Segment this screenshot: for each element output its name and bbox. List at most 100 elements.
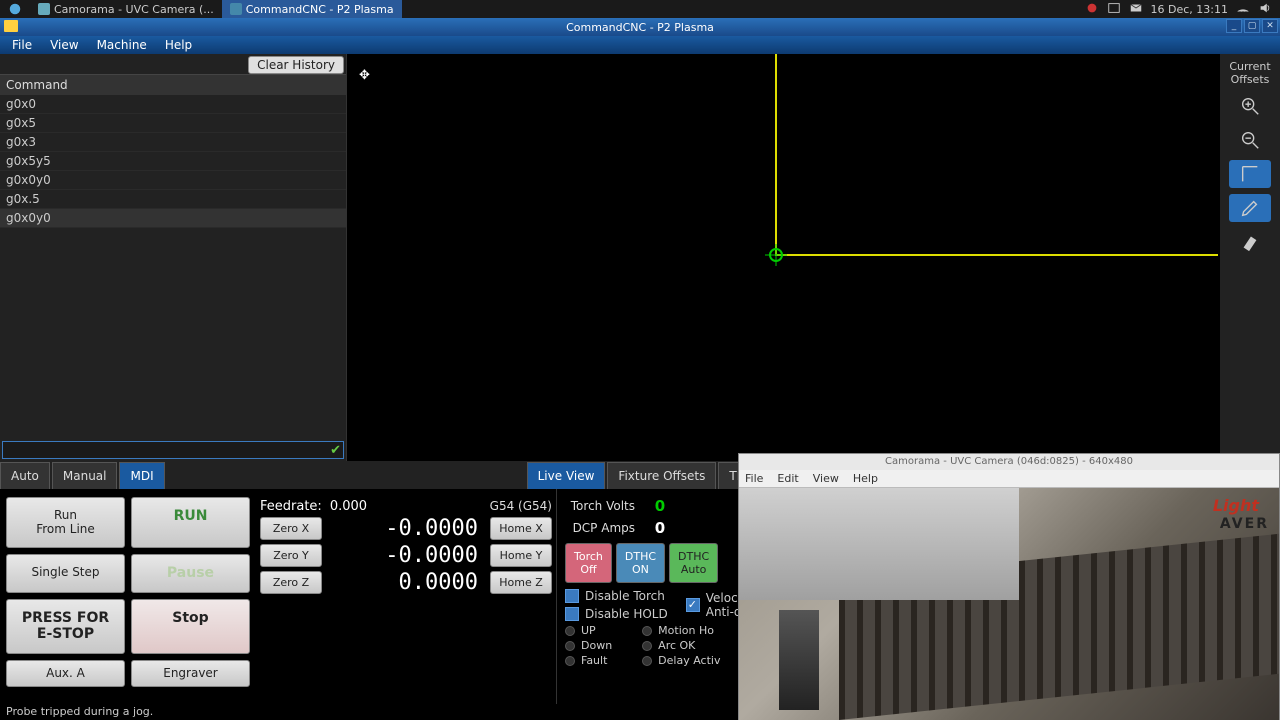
feedrate-label: Feedrate: (260, 499, 322, 514)
run-from-line-button[interactable]: Run From Line (6, 497, 125, 548)
velocity-anti-dive-checkbox[interactable]: Veloc Anti-d (686, 587, 742, 623)
app-icon (4, 20, 18, 32)
mdi-panel: Clear History Command g0x0 g0x5 g0x3 g0x… (0, 54, 346, 461)
home-x-button[interactable]: Home X (490, 517, 552, 540)
dthc-auto-button[interactable]: DTHC Auto (669, 543, 718, 583)
disable-hold-label: Disable HOLD (585, 607, 668, 621)
taskbar-commandcnc[interactable]: CommandCNC - P2 Plasma (222, 0, 402, 18)
home-z-button[interactable]: Home Z (490, 571, 552, 594)
brand-sublogo: AVER (1220, 516, 1269, 532)
estop-button[interactable]: PRESS FOR E-STOP (6, 599, 125, 655)
history-item[interactable]: g0x0y0 (0, 171, 346, 190)
home-y-button[interactable]: Home Y (490, 544, 552, 567)
history-item[interactable]: g0x0y0 (0, 209, 346, 228)
toolpath-canvas[interactable]: ✥ (346, 54, 1220, 461)
cam-menu-help[interactable]: Help (853, 472, 878, 485)
status-bar: Probe tripped during a jog. (0, 704, 740, 720)
tab-live-view[interactable]: Live View (527, 462, 606, 489)
checkbox-icon (565, 607, 579, 621)
menu-view[interactable]: View (42, 36, 86, 54)
single-step-button[interactable]: Single Step (6, 554, 125, 593)
taskbar-camorama-label: Camorama - UVC Camera (... (54, 3, 214, 16)
zero-y-button[interactable]: Zero Y (260, 544, 322, 567)
taskbar-commandcnc-label: CommandCNC - P2 Plasma (246, 3, 394, 16)
aux-a-button[interactable]: Aux. A (6, 660, 125, 686)
cam-menu-file[interactable]: File (745, 472, 763, 485)
network-icon[interactable] (1236, 1, 1250, 18)
checkbox-icon (686, 598, 700, 612)
mdi-input[interactable]: ✔ (2, 441, 344, 459)
led-icon (642, 626, 652, 636)
notification-icon[interactable] (1107, 1, 1121, 18)
disable-hold-checkbox[interactable]: Disable HOLD (565, 605, 668, 623)
cam-menu-edit[interactable]: Edit (777, 472, 798, 485)
engraver-button[interactable]: Engraver (131, 660, 250, 686)
torch-volts-value: 0 (645, 497, 675, 515)
camera-icon (38, 3, 50, 15)
top-view-button[interactable] (1229, 160, 1271, 188)
led-up-label: UP (581, 624, 596, 637)
tab-mdi[interactable]: MDI (119, 462, 164, 489)
clear-plot-button[interactable] (1229, 228, 1271, 256)
menu-file[interactable]: File (4, 36, 40, 54)
minimize-button[interactable]: _ (1226, 19, 1242, 33)
history-item[interactable]: g0x3 (0, 133, 346, 152)
pause-button[interactable]: Pause (131, 554, 250, 593)
window-titlebar: CommandCNC - P2 Plasma _ ▢ ✕ (0, 18, 1280, 36)
check-icon: ✔ (330, 443, 341, 458)
camorama-menubar: File Edit View Help (739, 470, 1279, 488)
taskbar-camorama[interactable]: Camorama - UVC Camera (... (30, 0, 222, 18)
torch-off-button[interactable]: Torch Off (565, 543, 612, 583)
axis-y-line (775, 54, 777, 256)
history-item[interactable]: g0x5y5 (0, 152, 346, 171)
coord-system: G54 (G54) (490, 499, 552, 514)
feedrate-value: 0.000 (330, 499, 367, 514)
tab-auto[interactable]: Auto (0, 462, 50, 489)
cnc-icon (230, 3, 242, 15)
history-item[interactable]: g0x.5 (0, 190, 346, 209)
maximize-button[interactable]: ▢ (1244, 19, 1260, 33)
view-toolbar: Current Offsets (1220, 54, 1280, 461)
dthc-on-button[interactable]: DTHC ON (616, 543, 665, 583)
cam-menu-view[interactable]: View (813, 472, 839, 485)
pan-cursor-icon: ✥ (359, 68, 370, 83)
run-button[interactable]: RUN (131, 497, 250, 548)
start-menu[interactable] (0, 0, 30, 18)
clock[interactable]: 16 Dec, 13:11 (1151, 3, 1228, 16)
zoom-out-button[interactable] (1229, 126, 1271, 154)
camorama-title: Camorama - UVC Camera (046d:0825) - 640x… (739, 454, 1279, 470)
camera-feed: Light AVER (739, 488, 1279, 720)
command-history[interactable]: g0x0 g0x5 g0x3 g0x5y5 g0x0y0 g0x.5 g0x0y… (0, 95, 346, 439)
window-title: CommandCNC - P2 Plasma (566, 21, 714, 34)
offsets-label: Current Offsets (1229, 60, 1270, 86)
menu-machine[interactable]: Machine (89, 36, 155, 54)
dcp-amps-value: 0 (645, 519, 675, 537)
command-header: Command (0, 74, 346, 95)
led-motion-label: Motion Ho (658, 624, 714, 637)
zoom-in-button[interactable] (1229, 92, 1271, 120)
led-down-label: Down (581, 639, 612, 652)
history-item[interactable]: g0x0 (0, 95, 346, 114)
led-fault-label: Fault (581, 654, 607, 667)
history-item[interactable]: g0x5 (0, 114, 346, 133)
clear-history-button[interactable]: Clear History (248, 56, 344, 74)
tab-fixture-offsets[interactable]: Fixture Offsets (607, 462, 716, 489)
mail-icon[interactable] (1129, 1, 1143, 18)
menu-help[interactable]: Help (157, 36, 200, 54)
brand-logo: Light (1213, 496, 1259, 515)
close-button[interactable]: ✕ (1262, 19, 1278, 33)
velocity-label: Veloc Anti-d (706, 591, 742, 619)
edit-tool-button[interactable] (1229, 194, 1271, 222)
dro-panel: Feedrate: 0.000G54 (G54) Zero X-0.0000Ho… (256, 489, 556, 706)
record-icon[interactable] (1085, 1, 1099, 18)
disable-torch-checkbox[interactable]: Disable Torch (565, 587, 668, 605)
zero-x-button[interactable]: Zero X (260, 517, 322, 540)
zero-z-button[interactable]: Zero Z (260, 571, 322, 594)
stop-button[interactable]: Stop (131, 599, 250, 655)
led-icon (565, 641, 575, 651)
camorama-window[interactable]: Camorama - UVC Camera (046d:0825) - 640x… (738, 453, 1280, 720)
volume-icon[interactable] (1258, 1, 1272, 18)
gantry (739, 488, 1019, 600)
led-icon (642, 656, 652, 666)
tab-manual[interactable]: Manual (52, 462, 118, 489)
